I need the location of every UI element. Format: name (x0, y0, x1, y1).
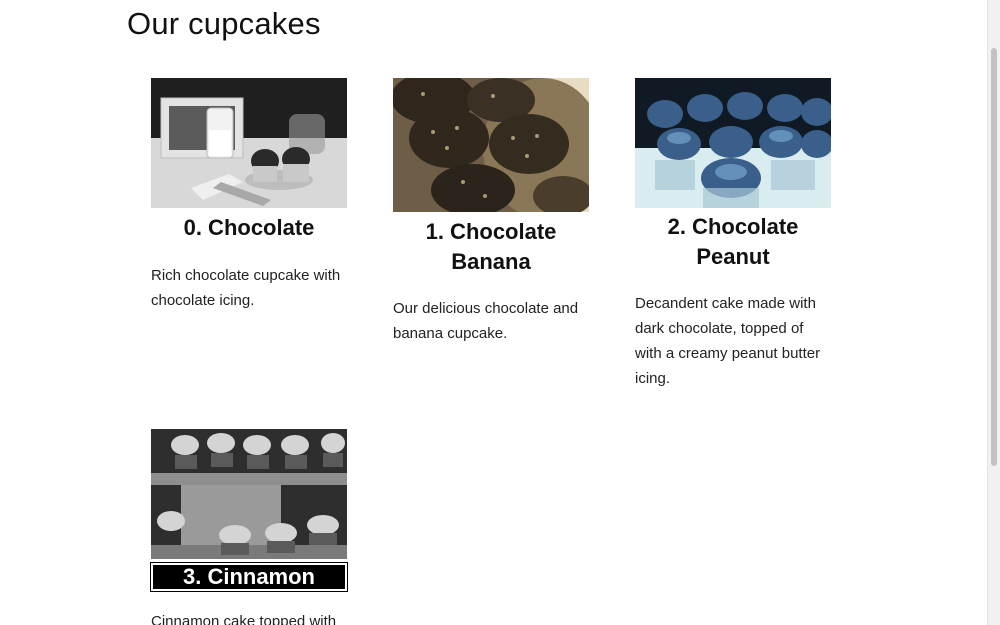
scrollbar-thumb[interactable] (991, 48, 997, 466)
page-content: Our cupcakes 0. Chocolate Rich chocolate… (0, 0, 988, 625)
cupcake-image (151, 429, 347, 559)
cupcake-title: 0. Chocolate (183, 215, 315, 240)
cupcake-description: Our delicious chocolate and banana cupca… (393, 300, 579, 342)
cupcake-description: Decandent cake made with dark chocolate,… (635, 295, 821, 387)
cupcake-title: 1. Chocolate Banana (425, 219, 557, 274)
cupcake-image (635, 78, 831, 208)
vertical-scrollbar[interactable] (987, 0, 1000, 625)
cupcake-image (151, 78, 347, 208)
cupcake-card: 3. Cinnamon Cinnamon cake topped with (150, 429, 348, 625)
cupcake-image (393, 78, 589, 212)
cupcake-card: 0. Chocolate Rich chocolate cupcake with… (151, 78, 347, 313)
cupcake-card: 2. Chocolate Peanut Decandent cake made … (635, 78, 831, 391)
page-title: Our cupcakes (127, 6, 321, 41)
cupcake-title: 3. Cinnamon (150, 562, 348, 592)
browser-viewport: Our cupcakes 0. Chocolate Rich chocolate… (0, 0, 1000, 625)
cupcake-title: 2. Chocolate Peanut (667, 214, 799, 269)
cupcake-description: Rich chocolate cupcake with chocolate ic… (151, 267, 341, 309)
cupcake-card: 1. Chocolate Banana Our delicious chocol… (393, 78, 589, 346)
cupcake-description: Cinnamon cake topped with (151, 613, 337, 625)
